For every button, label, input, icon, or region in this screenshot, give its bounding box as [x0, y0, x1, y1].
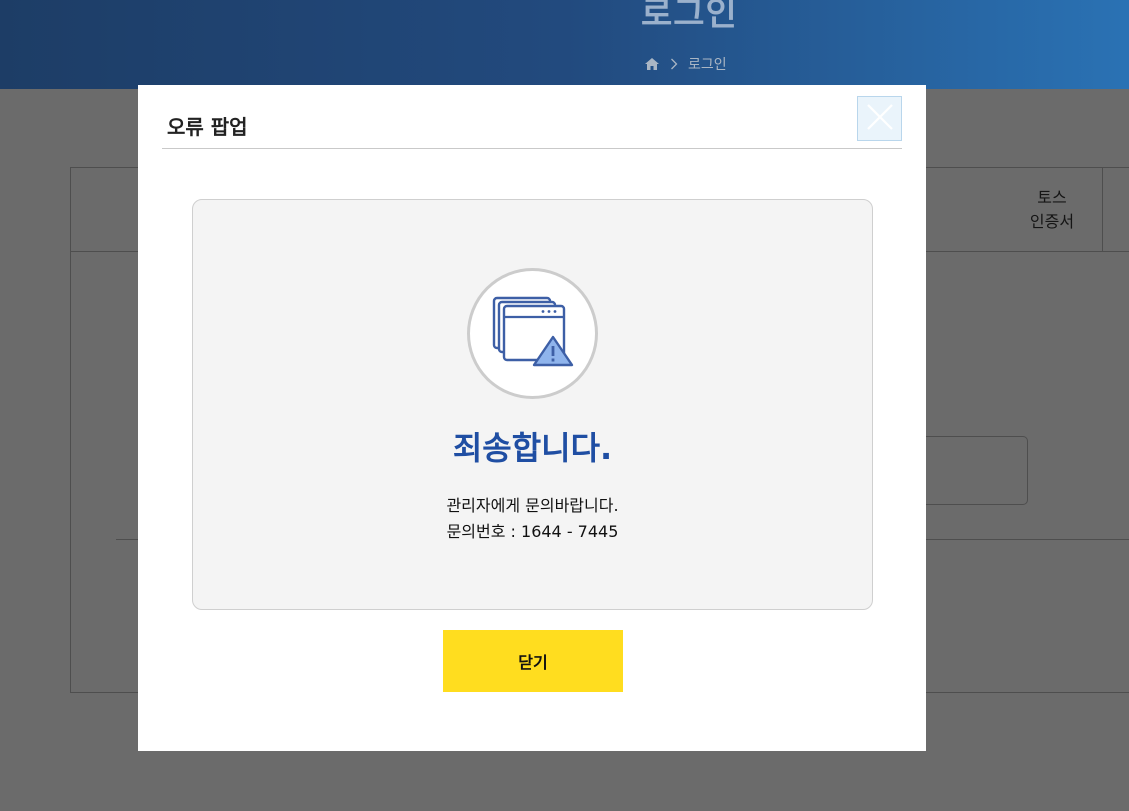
breadcrumb: 로그인	[644, 54, 727, 74]
page-header: 로그인 로그인	[0, 0, 1129, 89]
close-confirm-button[interactable]: 닫기	[443, 630, 623, 692]
browser-warning-icon	[491, 296, 575, 372]
breadcrumb-current: 로그인	[688, 57, 727, 73]
close-button[interactable]	[857, 96, 902, 141]
inquiry-number: 문의번호 : 1644 - 7445	[446, 522, 619, 541]
tab-toss-line2: 인증서	[1029, 211, 1075, 231]
close-icon	[866, 103, 894, 134]
chevron-right-icon	[670, 58, 678, 70]
home-icon[interactable]	[644, 57, 660, 71]
tab-toss-certificate[interactable]: 토스 인증서	[1001, 168, 1103, 251]
tab-divider	[1102, 168, 1103, 251]
popup-title: 오류 팝업	[167, 115, 248, 139]
tab-toss-line1: 토스	[1037, 187, 1067, 207]
illustration-circle	[467, 268, 598, 399]
error-message-line1: 관리자에게 문의바랍니다.	[446, 496, 619, 515]
error-headline: 죄송합니다.	[452, 429, 613, 467]
page-title: 로그인	[641, 0, 738, 34]
error-message: 관리자에게 문의바랍니다. 문의번호 : 1644 - 7445	[193, 493, 872, 545]
popup-title-divider	[162, 148, 902, 149]
error-message-box: 죄송합니다. 관리자에게 문의바랍니다. 문의번호 : 1644 - 7445	[192, 199, 873, 610]
error-popup: 오류 팝업 죄송합니다. 관리자에게 문의바랍니다. 문의번호: 1644 -…	[138, 85, 926, 751]
